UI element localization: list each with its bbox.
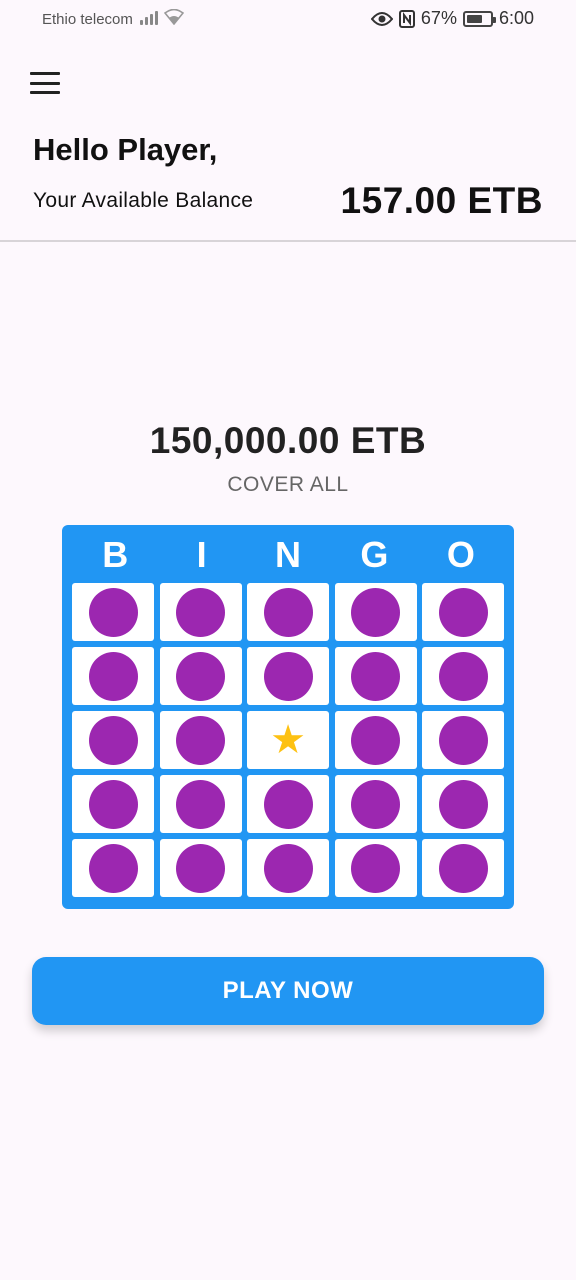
bingo-cell (422, 839, 504, 897)
marked-dot (88, 715, 138, 765)
bingo-cell (72, 647, 154, 705)
bingo-header: BINGO (72, 531, 504, 579)
header-divider (0, 240, 576, 242)
marked-dot (263, 843, 313, 893)
bingo-cell (247, 775, 329, 833)
marked-dot (438, 715, 488, 765)
bingo-cell (422, 583, 504, 641)
star-icon: ★ (270, 718, 306, 762)
bingo-cell (334, 775, 417, 833)
marked-dot (351, 779, 400, 829)
marked-dot (176, 715, 225, 765)
battery-icon (462, 10, 496, 27)
marked-dot (88, 587, 138, 637)
marked-dot (176, 843, 225, 893)
marked-dot (351, 715, 400, 765)
marked-dot (176, 779, 225, 829)
bingo-cell (422, 775, 504, 833)
carrier-name: Ethio telecom (42, 11, 133, 28)
battery-fill (466, 14, 482, 23)
nfc-icon (398, 9, 415, 28)
balance-value: 157.00 ETB (340, 180, 543, 221)
bingo-cell (72, 775, 154, 833)
bingo-letter-b: B (102, 534, 129, 575)
status-bar: Ethio telecom 67% 6:00 (0, 0, 576, 40)
bingo-cell (159, 839, 242, 897)
marked-dot (88, 843, 138, 893)
marked-dot (88, 651, 138, 701)
bingo-cell (247, 583, 329, 641)
network-indicators (140, 9, 184, 25)
battery-percent: 67% (420, 8, 457, 28)
marked-dot (351, 651, 400, 701)
bingo-cell (159, 775, 242, 833)
marked-dot (438, 779, 488, 829)
clock: 6:00 (498, 8, 534, 28)
marked-dot (263, 779, 313, 829)
bingo-cell (334, 647, 417, 705)
bingo-cell: ★ (247, 711, 329, 769)
marked-dot (351, 587, 400, 637)
bingo-card: B I N G O ★ (62, 525, 514, 909)
bingo-cell (247, 839, 329, 897)
marked-dot (263, 587, 313, 637)
marked-dot (438, 587, 488, 637)
bingo-cell (247, 647, 329, 705)
wifi-icon (164, 9, 184, 25)
eye-icon (370, 11, 393, 26)
bingo-letter-o: O (446, 534, 475, 575)
marked-dot (438, 651, 488, 701)
bingo-cell (334, 839, 417, 897)
greeting: Hello Player, (33, 132, 218, 167)
bingo-cell (334, 711, 417, 769)
signal-icon (140, 9, 158, 25)
marked-dot (88, 779, 138, 829)
bingo-cell (422, 711, 504, 769)
pattern-name: COVER ALL (227, 473, 349, 496)
marked-dot (176, 587, 225, 637)
status-right: 67% 6:00 (370, 8, 534, 29)
bingo-cell (72, 839, 154, 897)
marked-dot (351, 843, 400, 893)
bingo-letter-i: I (196, 534, 207, 575)
bingo-cell (159, 711, 242, 769)
bingo-cell (334, 583, 417, 641)
play-now-button[interactable]: PLAY NOW (32, 957, 544, 1025)
bingo-cell (159, 647, 242, 705)
bingo-letter-g: G (360, 534, 389, 575)
bingo-letter-n: N (275, 534, 302, 575)
marked-dot (263, 651, 313, 701)
balance-label: Your Available Balance (33, 189, 254, 212)
bingo-cell (72, 583, 154, 641)
marked-dot (176, 651, 225, 701)
marked-dot (438, 843, 488, 893)
bingo-cell (72, 711, 154, 769)
prize-amount: 150,000.00 ETB (149, 420, 427, 461)
bingo-grid: ★ (72, 583, 504, 897)
menu-icon[interactable] (30, 72, 60, 94)
bingo-cell (422, 647, 504, 705)
bingo-cell (159, 583, 242, 641)
